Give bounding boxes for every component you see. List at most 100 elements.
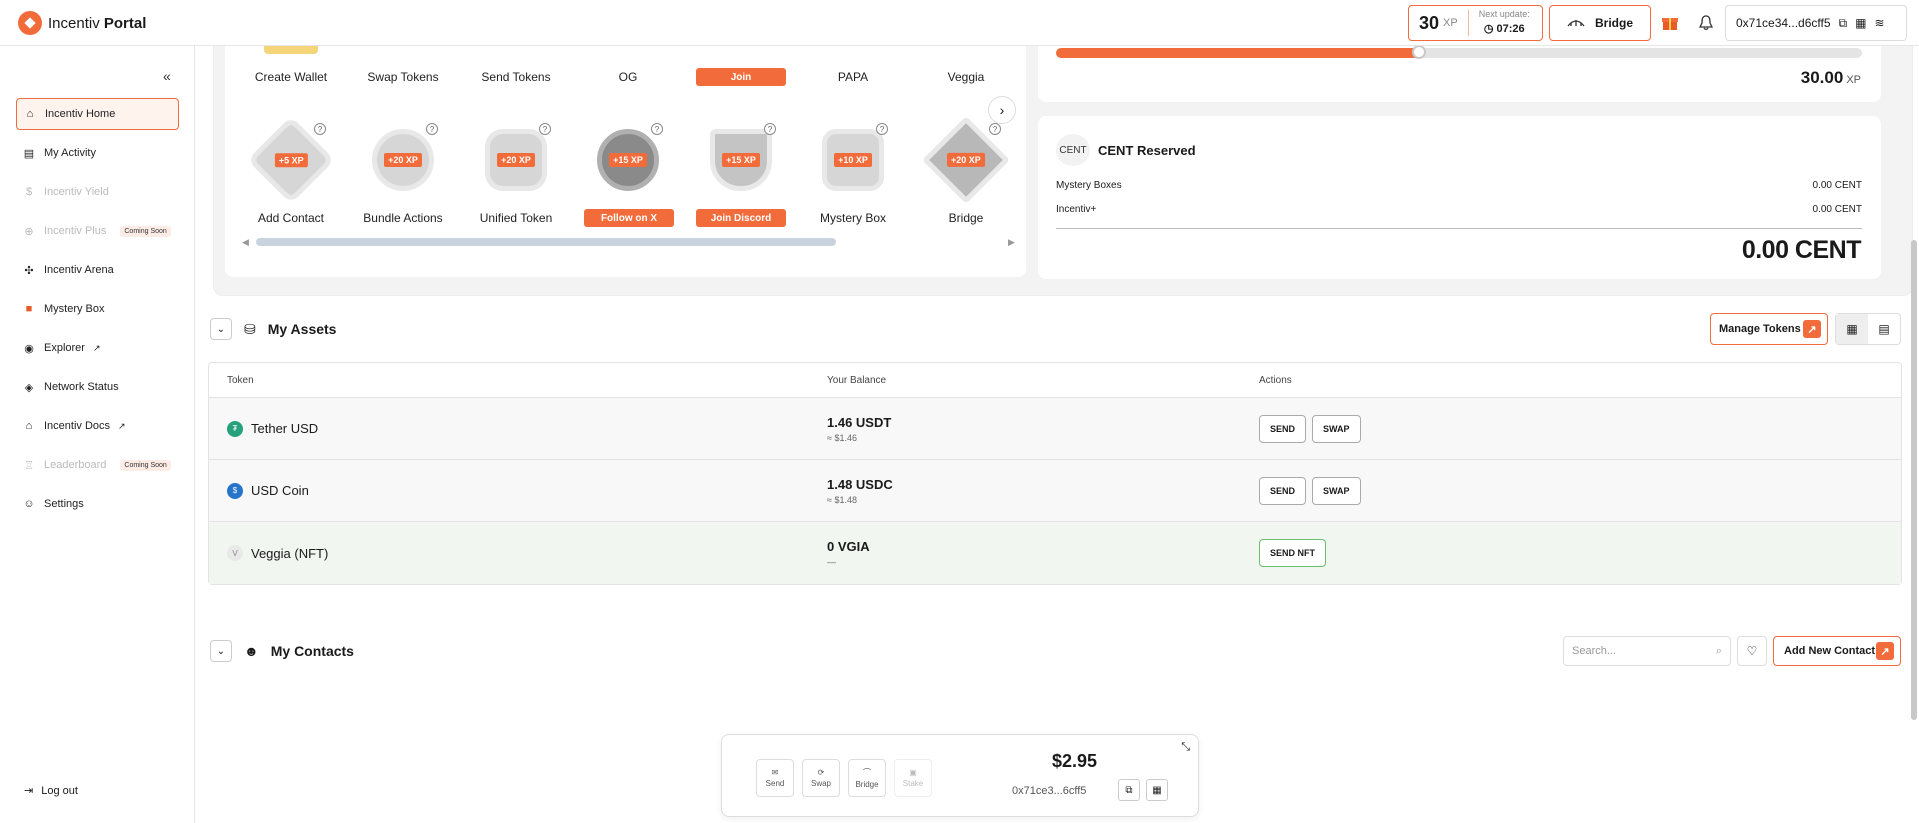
bell-icon[interactable] — [1696, 13, 1716, 33]
copy-icon[interactable]: ⧉ — [1839, 16, 1848, 31]
column-header: Your Balance — [827, 374, 887, 386]
quest-label: PAPA — [837, 70, 869, 84]
manage-tokens-label: Manage Tokens — [1719, 323, 1801, 335]
next-update: Next update: ◷ 07:26 — [1479, 9, 1530, 37]
copy-icon[interactable]: ⧉ — [1118, 779, 1140, 801]
sidebar-item-arena[interactable]: ✣ Incentiv Arena — [16, 254, 179, 286]
sidebar-item-network-status[interactable]: ◈ Network Status — [16, 371, 179, 403]
quest-label: Mystery Box — [819, 211, 886, 225]
join-discord-button[interactable]: Join Discord — [696, 209, 786, 227]
quest-label: Create Wallet — [254, 70, 328, 84]
add-new-contact-button[interactable]: Add New Contact ↗ — [1773, 636, 1901, 666]
cent-row-label: Incentiv+ — [1056, 204, 1097, 215]
chevron-down-icon[interactable]: ⌄ — [210, 318, 232, 340]
swap-button[interactable]: SWAP — [1312, 476, 1361, 505]
view-toggle: ▦ ▤ — [1835, 313, 1901, 345]
sidebar-item-settings[interactable]: ☺ Settings — [16, 488, 179, 520]
gift-icon[interactable] — [1660, 13, 1680, 33]
quest-badge[interactable]: +15 XP ? — [591, 123, 665, 197]
help-icon[interactable]: ? — [314, 123, 326, 135]
quest-badge[interactable]: +20 XP ? — [922, 116, 1010, 204]
scroll-left-icon[interactable]: ◀ — [242, 237, 249, 248]
xp-tag: +5 XP — [274, 153, 308, 167]
wallet-menu-icon[interactable]: ≋ — [1874, 16, 1884, 30]
dock-swap-button[interactable]: ⟳ Swap — [802, 759, 840, 797]
help-icon[interactable]: ? — [426, 123, 438, 135]
logo-icon — [18, 11, 42, 35]
help-icon[interactable]: ? — [989, 123, 1001, 135]
table-view-icon[interactable]: ▤ — [1868, 314, 1900, 344]
brand-logo[interactable]: Incentiv Portal — [18, 11, 146, 35]
page-scrollbar[interactable] — [1911, 240, 1917, 720]
swap-icon: ⟳ — [817, 768, 825, 777]
help-icon[interactable]: ? — [764, 123, 776, 135]
manage-tokens-button[interactable]: Manage Tokens ↗ — [1710, 313, 1828, 345]
favorites-heart-icon[interactable]: ♡ — [1737, 636, 1767, 666]
token-name: USD Coin — [251, 483, 309, 498]
bridge-button[interactable]: Bridge — [1549, 5, 1651, 41]
dock-send-button[interactable]: ✉ Send — [756, 759, 794, 797]
dock-balance: $2.95 — [1052, 751, 1098, 771]
follow-on-x-button[interactable]: Follow on X — [584, 209, 674, 227]
sidebar-item-docs[interactable]: ⌂ Incentiv Docs ↗ — [16, 410, 179, 442]
help-icon[interactable]: ? — [876, 123, 888, 135]
chevron-down-icon[interactable]: ⌄ — [210, 640, 232, 662]
cube-icon: ◈ — [24, 381, 34, 394]
logout-button[interactable]: ⇥ Log out — [24, 784, 78, 798]
send-nft-button[interactable]: SEND NFT — [1259, 539, 1326, 567]
qr-code-icon[interactable]: ▦ — [1146, 779, 1168, 801]
search-placeholder: Search... — [1572, 645, 1617, 657]
xp-counter[interactable]: 30 XP Next update: ◷ 07:26 — [1408, 5, 1543, 41]
quest-badge[interactable]: +20 XP ? — [366, 123, 440, 197]
sidebar-item-label: Settings — [44, 498, 84, 510]
arrow-up-right-icon: ↗ — [1876, 642, 1894, 660]
token-cell: V Veggia (NFT) — [209, 545, 809, 561]
table-row: V Veggia (NFT) 0 VGIA — SEND NFT — [209, 522, 1901, 584]
dock-action-label: Send — [765, 779, 785, 788]
collapse-sidebar-icon[interactable]: « — [163, 68, 171, 84]
scroll-right-icon[interactable]: ▶ — [1008, 237, 1015, 248]
dock-bridge-button[interactable]: ⌒ Bridge — [848, 759, 886, 797]
swap-button[interactable]: SWAP — [1312, 414, 1361, 443]
send-button[interactable]: SEND — [1259, 414, 1307, 443]
quest-badge[interactable]: +10 XP ? — [816, 123, 890, 197]
quest-badge[interactable]: +15 XP ? — [704, 123, 778, 197]
sidebar-item-home[interactable]: ⌂ Incentiv Home — [16, 98, 179, 130]
quests-scrollbar[interactable] — [256, 238, 836, 246]
contacts-header: ⌄ ☻ My Contacts — [210, 640, 354, 662]
home-icon: ⌂ — [26, 108, 34, 120]
qr-code-icon[interactable]: ▦ — [1855, 16, 1866, 30]
stake-icon: ▣ — [909, 768, 917, 777]
grid-view-icon[interactable]: ▦ — [1836, 314, 1868, 344]
next-arrow-icon[interactable]: › — [988, 96, 1016, 124]
send-button[interactable]: SEND — [1259, 476, 1307, 505]
wallet-address-box[interactable]: 0x71ce34...d6cff5 ⧉ ▦ ≋ — [1725, 5, 1907, 41]
sidebar-item-label: Incentiv Home — [45, 108, 116, 120]
table-header: Token Your Balance Actions — [209, 363, 1901, 398]
sidebar-item-mystery-box[interactable]: ■ Mystery Box — [16, 293, 179, 325]
sidebar-item-label: Incentiv Yield — [44, 186, 109, 198]
token-cell: $ USD Coin — [209, 482, 809, 499]
help-icon[interactable]: ? — [539, 123, 551, 135]
collapse-dock-icon[interactable]: ⤡ — [1181, 741, 1190, 754]
sidebar-item-label: My Activity — [44, 147, 96, 159]
sidebar: « ⌂ Incentiv Home ▤ My Activity $ Incent… — [0, 46, 195, 823]
assets-header: ⌄ ⛁ My Assets — [210, 318, 336, 340]
xp-tag: +20 XP — [384, 153, 422, 167]
xp-progress-card: 30.00 XP — [1038, 45, 1881, 102]
cent-title-text: CENT Reserved — [1098, 142, 1196, 158]
help-icon[interactable]: ? — [651, 123, 663, 135]
token-usd-value: ≈ $1.46 — [827, 432, 857, 443]
contacts-icon: ☻ — [244, 643, 259, 659]
cent-logo-icon: CENT — [1056, 134, 1090, 166]
join-button[interactable]: Join — [696, 68, 786, 86]
contacts-search-input[interactable]: Search... ⌕ — [1563, 636, 1731, 666]
quest-label: Bundle Actions — [363, 211, 443, 225]
create-wallet-badge-partial — [264, 46, 318, 54]
quest-badge[interactable]: +20 XP ? — [479, 123, 553, 197]
quest-badge[interactable]: +5 XP ? — [247, 116, 335, 204]
sidebar-item-my-activity[interactable]: ▤ My Activity — [16, 137, 179, 169]
wallet-address: 0x71ce34...d6cff5 — [1736, 16, 1831, 30]
sidebar-item-explorer[interactable]: ◉ Explorer ↗ — [16, 332, 179, 364]
column-header: Token — [227, 374, 254, 386]
